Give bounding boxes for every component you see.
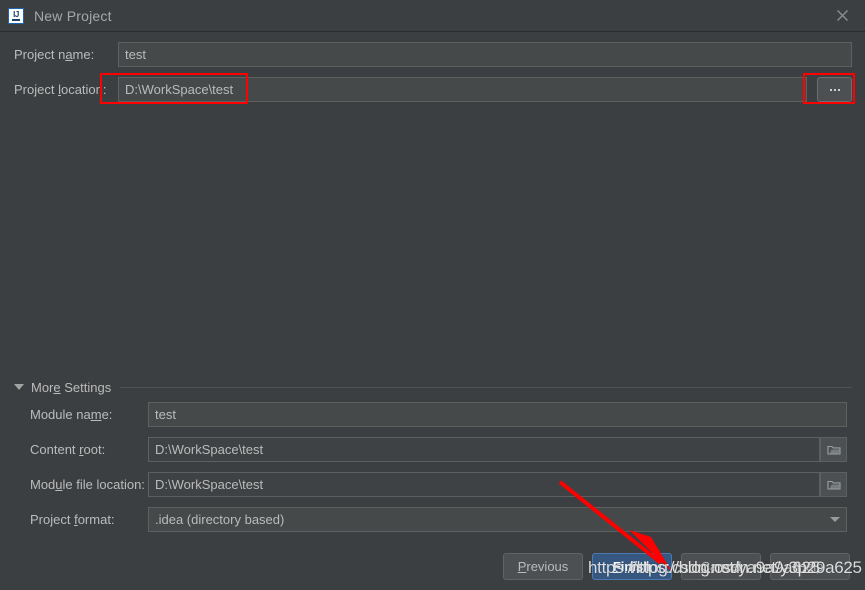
- content-root-browse-button[interactable]: [820, 437, 847, 462]
- project-location-input[interactable]: D:\WorkSpace\test: [118, 77, 808, 102]
- project-format-label: Project format:: [30, 512, 115, 527]
- more-settings-toggle[interactable]: More Settings: [14, 379, 852, 395]
- module-file-location-row: Module file location: D:\WorkSpace\test: [30, 472, 852, 497]
- project-name-label: Project name:: [14, 47, 95, 62]
- title-bar: IJ New Project: [0, 0, 865, 32]
- ellipsis-icon: [829, 88, 840, 91]
- module-name-input[interactable]: test: [148, 402, 847, 427]
- folder-icon: [826, 480, 841, 490]
- module-file-location-browse-button[interactable]: [820, 472, 847, 497]
- project-name-input[interactable]: test: [118, 42, 852, 67]
- project-format-select[interactable]: .idea (directory based): [148, 507, 847, 532]
- content-root-row: Content root: D:\WorkSpace\test: [30, 437, 852, 462]
- project-format-row: Project format: .idea (directory based): [30, 507, 852, 532]
- more-settings-separator: [120, 386, 852, 388]
- module-name-row: Module name: test: [30, 402, 852, 427]
- finish-button[interactable]: Finish: [592, 553, 672, 580]
- project-location-browse-button[interactable]: [817, 77, 852, 102]
- project-location-row: Project location: D:\WorkSpace\test: [14, 77, 852, 102]
- intellij-idea-icon-bar: [12, 18, 20, 21]
- chevron-down-icon: [830, 517, 840, 522]
- more-settings-label: More Settings: [31, 379, 112, 395]
- intellij-idea-icon: IJ: [8, 7, 24, 24]
- cancel-button[interactable]: Cancel: [681, 553, 761, 580]
- window-title: New Project: [34, 7, 112, 24]
- folder-icon: [826, 445, 841, 455]
- close-icon: [837, 10, 848, 21]
- project-format-value: .idea (directory based): [155, 512, 285, 527]
- module-name-label: Module name:: [30, 407, 113, 422]
- module-file-location-input[interactable]: D:\WorkSpace\test: [148, 472, 820, 497]
- module-file-location-label: Module file location:: [30, 477, 145, 492]
- help-button[interactable]: Help: [770, 553, 850, 580]
- project-location-label: Project location:: [14, 82, 107, 97]
- previous-button[interactable]: Previous: [503, 553, 583, 580]
- content-root-label: Content root:: [30, 442, 106, 457]
- content-root-input[interactable]: D:\WorkSpace\test: [148, 437, 820, 462]
- intellij-idea-icon-letters: IJ: [13, 9, 19, 19]
- project-name-row: Project name: test: [14, 42, 852, 67]
- chevron-down-icon: [14, 384, 24, 390]
- new-project-dialog: IJ New Project Project name: test Projec…: [0, 0, 865, 590]
- close-button[interactable]: [820, 0, 865, 31]
- dialog-button-bar: Previous Finish Cancel Help: [0, 553, 865, 583]
